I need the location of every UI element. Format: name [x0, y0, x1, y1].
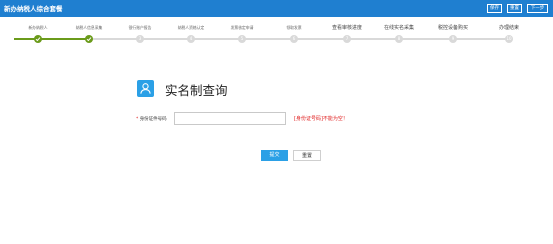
reset-top-button[interactable]: 重置 — [507, 4, 522, 13]
id-number-label: * 身份证件号码 — [136, 116, 167, 122]
reset-button[interactable]: 重置 — [293, 150, 321, 161]
step-progress: 新办纳税人 纳税人信息采集 银行账户报告 3 纳税人资格认定 4 发票核定申请 5 领取发票 6 查… — [0, 17, 553, 47]
app-title: 新办纳税人综合套餐 — [4, 5, 63, 13]
step-check-icon — [34, 35, 42, 43]
step-number: 7 — [343, 35, 351, 43]
user-icon — [137, 80, 154, 97]
step-label: 查看审核进度 — [331, 25, 363, 31]
step-check-icon — [85, 35, 93, 43]
step-number: 9 — [449, 35, 457, 43]
step-number: 5 — [238, 35, 246, 43]
step-number: 8 — [395, 35, 403, 43]
save-button[interactable]: 保存 — [487, 4, 502, 13]
step-label: 银行账户报告 — [128, 25, 152, 30]
step-number: 6 — [290, 35, 298, 43]
step-number: 10 — [505, 35, 513, 43]
step-number: 4 — [187, 35, 195, 43]
id-number-label-text: 身份证件号码 — [139, 117, 167, 122]
step-label: 领取发票 — [286, 25, 302, 30]
step-label: 纳税人资格认定 — [177, 25, 205, 30]
step-label: 在线实名采集 — [383, 25, 415, 31]
step-label: 税控设备购买 — [437, 25, 469, 31]
next-step-button[interactable]: 下一步 — [527, 4, 548, 13]
step-label: 办理结束 — [498, 25, 520, 31]
error-message: [身份证号码]不能为空！ — [294, 116, 348, 122]
page-title: 实名制查询 — [165, 83, 228, 98]
step-number: 3 — [136, 35, 144, 43]
step-label: 发票核定申请 — [230, 25, 254, 30]
progress-track-todo — [89, 38, 509, 40]
required-mark: * — [136, 117, 139, 122]
step-label: 纳税人信息采集 — [75, 25, 103, 30]
top-bar: 新办纳税人综合套餐 保存 重置 下一步 — [0, 0, 553, 17]
submit-button[interactable]: 提交 — [261, 150, 288, 161]
step-label: 新办纳税人 — [28, 25, 48, 30]
progress-track-done — [14, 38, 89, 40]
id-number-input[interactable] — [174, 112, 286, 125]
